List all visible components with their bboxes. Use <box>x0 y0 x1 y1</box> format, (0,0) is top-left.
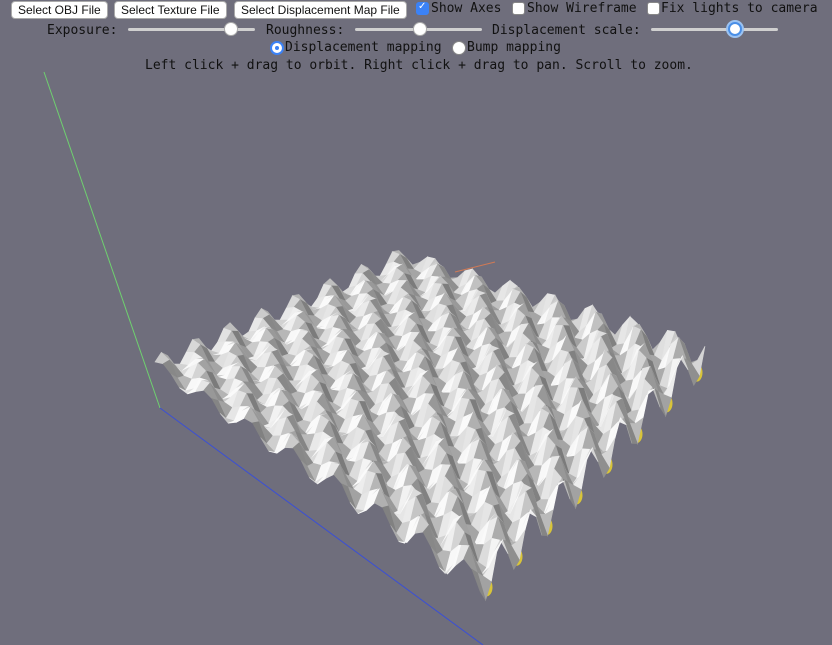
exposure-slider[interactable] <box>128 22 255 36</box>
displacement-scale-label: Displacement scale: <box>492 23 641 38</box>
instructions-text: Left click + drag to orbit. Right click … <box>145 58 693 73</box>
show-wireframe-checkbox[interactable] <box>512 2 525 15</box>
select-texture-button[interactable]: Select Texture File <box>114 1 227 19</box>
exposure-slider-thumb[interactable] <box>223 22 238 36</box>
z-axis-line <box>454 261 496 273</box>
y-axis-line <box>43 71 161 409</box>
exposure-label: Exposure: <box>47 23 118 38</box>
roughness-label: Roughness: <box>266 23 345 38</box>
show-wireframe-label: Show Wireframe <box>527 1 637 16</box>
fix-lights-label: Fix lights to camera <box>661 1 818 16</box>
select-displacement-map-button[interactable]: Select Displacement Map File <box>234 1 407 19</box>
show-axes-checkbox[interactable] <box>416 1 429 15</box>
bump-mapping-label: Bump mapping <box>467 40 561 55</box>
displacement-scale-slider[interactable] <box>651 22 778 36</box>
displaced-surface-mesh <box>154 250 706 602</box>
roughness-slider-thumb[interactable] <box>412 22 427 36</box>
select-obj-button[interactable]: Select OBJ File <box>11 1 108 19</box>
displacement-mapping-label: Displacement mapping <box>285 40 442 55</box>
displacement-mapping-radio[interactable] <box>270 41 284 55</box>
bump-mapping-radio[interactable] <box>452 41 466 55</box>
toolbar: Select OBJ File Select Texture File Sele… <box>0 0 832 80</box>
fix-lights-checkbox[interactable] <box>647 2 660 15</box>
displacement-scale-slider-thumb[interactable] <box>727 22 742 36</box>
show-axes-label: Show Axes <box>431 1 502 16</box>
roughness-slider[interactable] <box>355 22 482 36</box>
3d-viewport[interactable] <box>0 0 832 645</box>
